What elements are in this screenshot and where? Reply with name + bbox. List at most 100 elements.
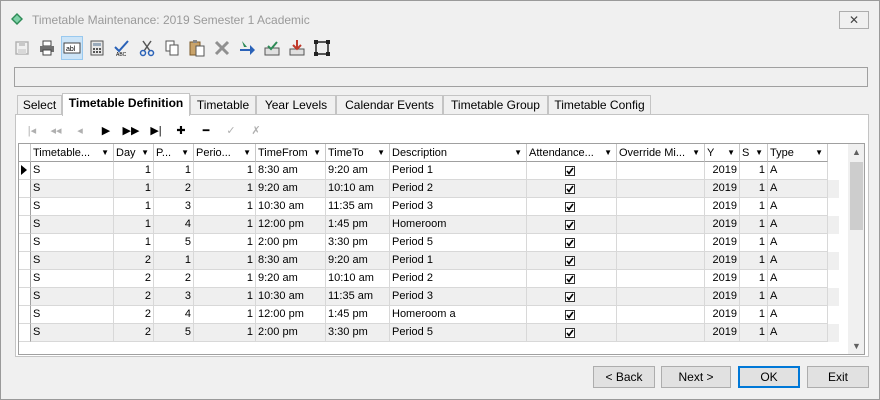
column-dropdown-icon[interactable]: ▼	[181, 144, 189, 161]
cell-type[interactable]: A	[768, 198, 828, 216]
column-header-sem[interactable]: S ▼	[740, 144, 768, 162]
cell-timetable[interactable]: S	[31, 252, 114, 270]
cell-from[interactable]: 2:00 pm	[256, 234, 326, 252]
cell-from[interactable]: 10:30 am	[256, 288, 326, 306]
row-indicator[interactable]	[19, 270, 31, 288]
row-indicator[interactable]	[19, 216, 31, 234]
approve-button[interactable]	[261, 36, 283, 60]
tab-year-levels[interactable]: Year Levels	[256, 95, 336, 115]
cell-override[interactable]	[617, 270, 705, 288]
cell-type[interactable]: A	[768, 162, 828, 180]
cell-periodno[interactable]: 1	[194, 306, 256, 324]
cell-period[interactable]: 2	[154, 270, 194, 288]
cell-periodno[interactable]: 1	[194, 252, 256, 270]
cell-period[interactable]: 2	[154, 180, 194, 198]
cell-desc[interactable]: Period 5	[390, 324, 527, 342]
paste-button[interactable]	[186, 36, 208, 60]
copy-button[interactable]	[161, 36, 183, 60]
print-button[interactable]	[36, 36, 58, 60]
column-dropdown-icon[interactable]: ▼	[692, 144, 700, 161]
cancel-record-button[interactable]: ✗	[246, 121, 266, 139]
cell-period[interactable]: 3	[154, 288, 194, 306]
cell-type[interactable]: A	[768, 216, 828, 234]
row-indicator[interactable]	[19, 180, 31, 198]
cell-day[interactable]: 1	[114, 216, 154, 234]
cell-from[interactable]: 12:00 pm	[256, 306, 326, 324]
row-indicator[interactable]	[19, 234, 31, 252]
attendance-checkbox[interactable]	[565, 328, 575, 338]
column-dropdown-icon[interactable]: ▼	[604, 144, 612, 161]
attendance-checkbox[interactable]	[565, 274, 575, 284]
cell-desc[interactable]: Period 5	[390, 234, 527, 252]
cell-desc[interactable]: Period 2	[390, 270, 527, 288]
cell-day[interactable]: 2	[114, 288, 154, 306]
cell-from[interactable]: 9:20 am	[256, 180, 326, 198]
close-button[interactable]: ✕	[839, 11, 869, 29]
cell-to[interactable]: 1:45 pm	[326, 216, 390, 234]
cell-periodno[interactable]: 1	[194, 198, 256, 216]
cell-sem[interactable]: 1	[740, 324, 768, 342]
cell-override[interactable]	[617, 252, 705, 270]
cell-period[interactable]: 1	[154, 252, 194, 270]
cell-day[interactable]: 2	[114, 270, 154, 288]
calculator-button[interactable]	[86, 36, 108, 60]
cell-periodno[interactable]: 1	[194, 180, 256, 198]
tab-timetable[interactable]: Timetable	[190, 95, 256, 115]
cell-period[interactable]: 5	[154, 324, 194, 342]
scroll-down-arrow-icon[interactable]: ▼	[848, 338, 864, 354]
cell-type[interactable]: A	[768, 180, 828, 198]
ok-button[interactable]: OK	[738, 366, 800, 388]
column-dropdown-icon[interactable]: ▼	[101, 144, 109, 161]
cell-period[interactable]: 4	[154, 306, 194, 324]
cell-att[interactable]	[527, 180, 617, 198]
table-row[interactable]: S 2 2 1 9:20 am 10:10 am Period 2 2019 1 A	[19, 270, 839, 288]
row-indicator[interactable]	[19, 198, 31, 216]
save-button[interactable]	[11, 36, 33, 60]
cell-year[interactable]: 2019	[705, 198, 740, 216]
column-header-periodno[interactable]: Perio... ▼	[194, 144, 256, 162]
cell-day[interactable]: 2	[114, 324, 154, 342]
tab-timetable-config[interactable]: Timetable Config	[548, 95, 651, 115]
cell-sem[interactable]: 1	[740, 270, 768, 288]
cell-to[interactable]: 3:30 pm	[326, 234, 390, 252]
cell-timetable[interactable]: S	[31, 306, 114, 324]
table-row[interactable]: S 2 1 1 8:30 am 9:20 am Period 1 2019 1 A	[19, 252, 839, 270]
text-field-button[interactable]: abl	[61, 36, 83, 60]
cell-override[interactable]	[617, 324, 705, 342]
next-page-button[interactable]: ▶▶	[121, 121, 141, 139]
attendance-checkbox[interactable]	[565, 310, 575, 320]
attendance-checkbox[interactable]	[565, 184, 575, 194]
cell-type[interactable]: A	[768, 270, 828, 288]
next-button[interactable]: Next >	[661, 366, 731, 388]
table-row[interactable]: S 2 3 1 10:30 am 11:35 am Period 3 2019 1 A	[19, 288, 839, 306]
cell-from[interactable]: 10:30 am	[256, 198, 326, 216]
cell-sem[interactable]: 1	[740, 216, 768, 234]
attendance-checkbox[interactable]	[565, 166, 575, 176]
column-dropdown-icon[interactable]: ▼	[514, 144, 522, 161]
cell-att[interactable]	[527, 270, 617, 288]
column-dropdown-icon[interactable]: ▼	[313, 144, 321, 161]
cell-desc[interactable]: Period 1	[390, 162, 527, 180]
cell-year[interactable]: 2019	[705, 270, 740, 288]
cell-sem[interactable]: 1	[740, 306, 768, 324]
column-header-att[interactable]: Attendance... ▼	[527, 144, 617, 162]
first-record-button[interactable]: |◂	[22, 121, 42, 139]
cell-period[interactable]: 4	[154, 216, 194, 234]
column-header-from[interactable]: TimeFrom ▼	[256, 144, 326, 162]
cell-day[interactable]: 2	[114, 306, 154, 324]
cell-year[interactable]: 2019	[705, 324, 740, 342]
row-indicator[interactable]	[19, 324, 31, 342]
row-indicator[interactable]	[19, 252, 31, 270]
cell-override[interactable]	[617, 180, 705, 198]
spell-check-button[interactable]: ABC	[111, 36, 133, 60]
cell-override[interactable]	[617, 288, 705, 306]
last-record-button[interactable]: ▶|	[146, 121, 166, 139]
cell-att[interactable]	[527, 162, 617, 180]
current-row-indicator-icon[interactable]	[19, 162, 31, 180]
tab-calendar-events[interactable]: Calendar Events	[336, 95, 443, 115]
download-button[interactable]	[286, 36, 308, 60]
cell-period[interactable]: 3	[154, 198, 194, 216]
table-row[interactable]: S 1 2 1 9:20 am 10:10 am Period 2 2019 1 A	[19, 180, 839, 198]
cell-type[interactable]: A	[768, 234, 828, 252]
cell-to[interactable]: 3:30 pm	[326, 324, 390, 342]
